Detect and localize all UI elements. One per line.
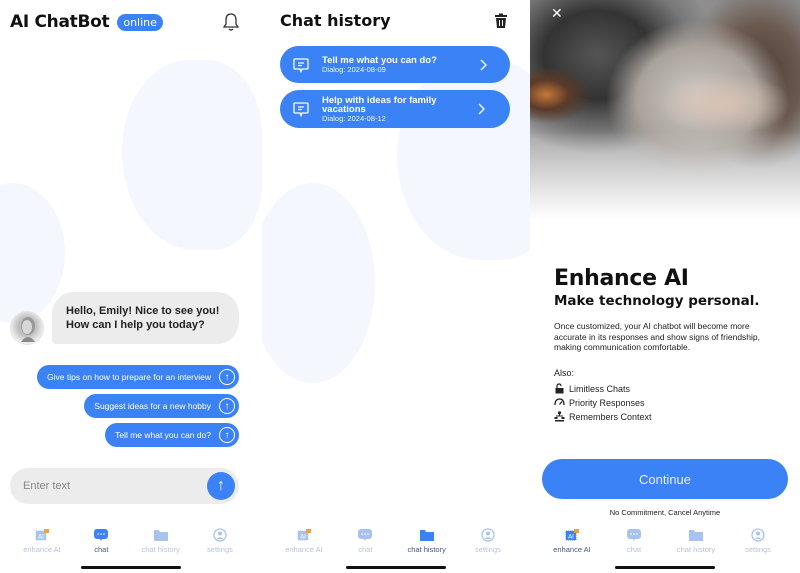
nav-label: enhance AI bbox=[23, 545, 61, 554]
svg-text:AI: AI bbox=[38, 534, 44, 541]
chat-bubble-icon bbox=[358, 529, 373, 541]
user-circle-icon bbox=[213, 528, 227, 542]
history-title: Help with ideas for family vacations bbox=[322, 94, 437, 115]
feature-label: Priority Responses bbox=[569, 397, 645, 408]
nav-label: chat bbox=[626, 545, 642, 554]
home-indicator bbox=[81, 566, 181, 569]
app-title: AI ChatBot bbox=[10, 12, 110, 32]
chat-bubble-icon bbox=[627, 529, 641, 541]
gauge-icon bbox=[554, 398, 565, 406]
nav-enhance-ai[interactable]: AI enhance AI bbox=[14, 528, 70, 554]
nav-label: settings bbox=[207, 545, 233, 554]
page-subtitle: Make technology personal. bbox=[554, 293, 760, 309]
suggestion-chip[interactable]: Give tips on how to prepare for an inter… bbox=[37, 365, 239, 389]
nav-label: settings bbox=[745, 545, 771, 554]
suggestion-label: Tell me what you can do? bbox=[115, 430, 211, 440]
arrow-up-circle-icon: ↑ bbox=[219, 398, 235, 414]
nav-label: chat history bbox=[676, 545, 716, 554]
bottom-nav: AI enhance AI chat chat history settings bbox=[530, 528, 800, 554]
user-circle-icon bbox=[751, 528, 765, 542]
also-label: Also: bbox=[554, 368, 575, 378]
svg-text:AI: AI bbox=[300, 534, 306, 541]
message-icon bbox=[293, 102, 309, 118]
feature-item: Remembers Context bbox=[554, 411, 652, 422]
history-date: Dialog: 2024-08-09 bbox=[322, 64, 386, 74]
feature-label: Limitless Chats bbox=[569, 383, 631, 394]
bottom-nav: AI enhance AI chat chat history settings bbox=[0, 528, 262, 554]
nav-enhance-ai[interactable]: AI enhance AI bbox=[544, 528, 600, 554]
chat-header: AI ChatBot online bbox=[10, 10, 250, 34]
suggestion-chip[interactable]: Suggest ideas for a new hobby ↑ bbox=[84, 394, 239, 418]
bottom-nav: AI enhance AI chat chat history settings bbox=[262, 528, 530, 554]
nav-label: enhance AI bbox=[553, 545, 591, 554]
user-circle-icon bbox=[481, 528, 495, 542]
bot-avatar bbox=[10, 311, 44, 345]
page-title: Enhance AI bbox=[554, 266, 689, 291]
ai-chip-lock-icon: AI bbox=[35, 529, 49, 541]
folder-icon bbox=[419, 530, 434, 541]
message-input-container: ↑ bbox=[10, 468, 239, 504]
nav-settings[interactable]: settings bbox=[730, 528, 786, 554]
arrow-up-circle-icon: ↑ bbox=[219, 369, 235, 385]
chevron-right-icon bbox=[478, 103, 485, 115]
history-item[interactable]: Help with ideas for family vacations Dia… bbox=[280, 90, 510, 128]
nav-chat-history[interactable]: chat history bbox=[133, 528, 189, 554]
message-icon bbox=[293, 57, 309, 73]
continue-button[interactable]: Continue bbox=[542, 459, 788, 499]
chevron-right-icon bbox=[480, 59, 487, 70]
unlock-icon bbox=[555, 383, 564, 394]
folder-icon bbox=[153, 530, 168, 541]
nav-chat-history[interactable]: chat history bbox=[399, 528, 455, 554]
hero-image bbox=[530, 0, 800, 220]
suggestion-label: Suggest ideas for a new hobby bbox=[94, 401, 211, 411]
trash-icon[interactable] bbox=[494, 13, 508, 29]
network-icon bbox=[554, 411, 565, 422]
suggestion-label: Give tips on how to prepare for an inter… bbox=[47, 372, 211, 382]
nav-label: chat bbox=[358, 545, 373, 554]
nav-label: enhance AI bbox=[285, 545, 323, 554]
suggestion-chip[interactable]: Tell me what you can do? ↑ bbox=[105, 423, 239, 447]
bot-message: Hello, Emily! Nice to see you! How can I… bbox=[52, 292, 239, 344]
nav-settings[interactable]: settings bbox=[192, 528, 248, 554]
history-item[interactable]: Tell me what you can do? Dialog: 2024-08… bbox=[280, 46, 510, 83]
nav-enhance-ai[interactable]: AI enhance AI bbox=[276, 528, 332, 554]
ai-chip-lock-icon: AI bbox=[565, 529, 579, 541]
chat-history-screen: Chat history Tell me what you can do? Di… bbox=[262, 0, 530, 573]
feature-item: Limitless Chats bbox=[554, 383, 630, 394]
nav-chat[interactable]: chat bbox=[73, 528, 129, 554]
nav-label: settings bbox=[475, 545, 501, 554]
page-title: Chat history bbox=[280, 11, 391, 30]
send-button[interactable]: ↑ bbox=[207, 472, 235, 500]
feature-item: Priority Responses bbox=[554, 397, 645, 408]
close-icon[interactable]: ✕ bbox=[551, 6, 563, 20]
history-date: Dialog: 2024-08-12 bbox=[322, 113, 386, 123]
ai-chip-lock-icon: AI bbox=[297, 529, 311, 541]
message-input[interactable] bbox=[23, 480, 193, 492]
arrow-up-circle-icon: ↑ bbox=[219, 427, 235, 443]
nav-chat[interactable]: chat bbox=[337, 528, 393, 554]
nav-settings[interactable]: settings bbox=[460, 528, 516, 554]
home-indicator bbox=[615, 566, 715, 569]
enhance-ai-screen: ✕ Enhance AI Make technology personal. O… bbox=[530, 0, 800, 573]
home-indicator bbox=[346, 566, 446, 569]
nav-label: chat bbox=[94, 545, 109, 554]
folder-icon bbox=[689, 530, 703, 541]
history-title: Tell me what you can do? bbox=[322, 54, 437, 66]
status-badge: online bbox=[117, 13, 163, 31]
background-blob bbox=[262, 183, 375, 383]
footnote: No Commitment, Cancel Anytime bbox=[609, 508, 721, 517]
nav-label: chat history bbox=[141, 545, 180, 554]
background-blob bbox=[122, 60, 262, 250]
chat-screen: AI ChatBot online Hello, Emily! Nice to … bbox=[0, 0, 262, 573]
bell-icon[interactable] bbox=[222, 12, 240, 32]
nav-chat-history[interactable]: chat history bbox=[668, 528, 724, 554]
nav-label: chat history bbox=[407, 545, 446, 554]
description: Once customized, your AI chatbot will be… bbox=[554, 321, 761, 352]
feature-label: Remembers Context bbox=[569, 411, 652, 422]
arrow-up-icon: ↑ bbox=[217, 477, 225, 494]
chat-bubble-icon bbox=[94, 529, 109, 541]
nav-chat[interactable]: chat bbox=[606, 528, 662, 554]
svg-text:AI: AI bbox=[568, 534, 574, 541]
